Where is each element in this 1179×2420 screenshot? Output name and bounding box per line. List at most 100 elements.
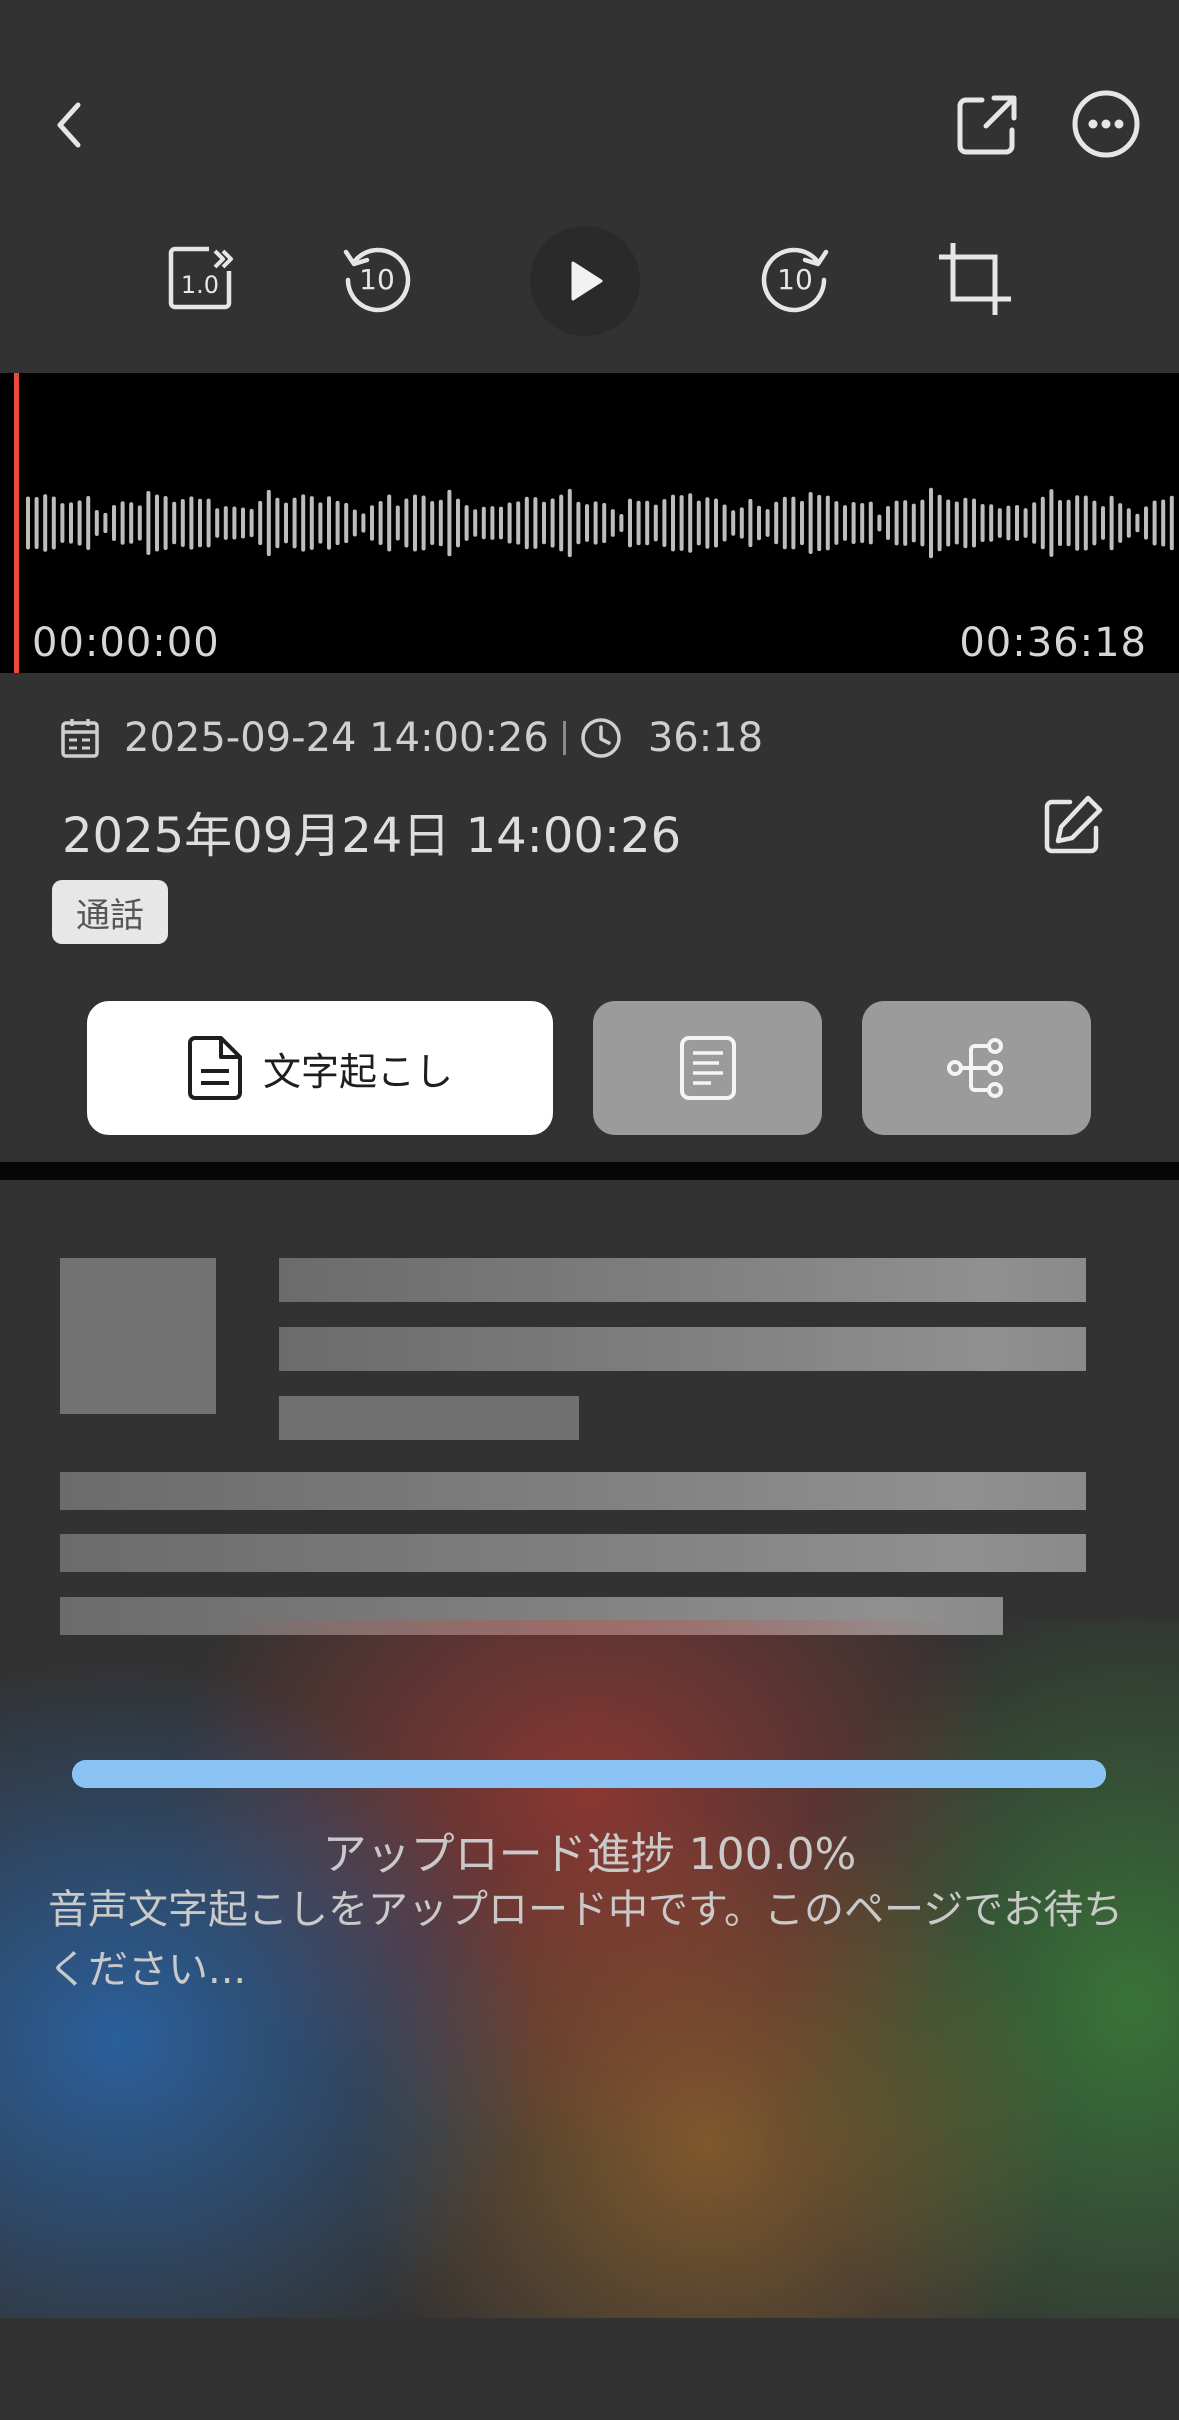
waveform-bar (782, 496, 787, 550)
forward-10-button[interactable]: 10 (760, 242, 832, 314)
waveform-bar (413, 494, 417, 552)
waveform-bar (524, 496, 529, 550)
waveform-bar (1101, 506, 1105, 540)
meta-separator (562, 721, 566, 755)
waveform-bar (206, 498, 211, 548)
waveform-bar (585, 504, 589, 542)
waveform-bar (1015, 505, 1019, 541)
waveform-bar (249, 508, 254, 538)
waveform-bar (894, 500, 899, 546)
waveform-bar (937, 494, 942, 552)
bottom-safe-area (0, 2318, 1179, 2420)
waveform-bar (103, 512, 108, 534)
waveform-bar (653, 504, 658, 542)
waveform-bar (662, 499, 667, 547)
waveform-bar (920, 499, 925, 547)
skeleton-line (279, 1327, 1086, 1371)
waveform-bar (679, 495, 684, 551)
waveform-bar (120, 501, 125, 545)
clock-icon (581, 718, 621, 758)
waveform-bar (43, 494, 48, 552)
waveform-bar (877, 514, 882, 532)
waveform-bar (94, 510, 99, 536)
waveform-bar (714, 498, 718, 548)
recording-duration: 36:18 (647, 715, 764, 761)
waveform-bar (619, 513, 624, 533)
waveform-bar (473, 509, 478, 537)
waveform-bar (765, 509, 770, 537)
waveform-bar (808, 492, 813, 554)
section-divider (0, 1162, 1179, 1180)
waveform-bar (189, 496, 194, 550)
waveform-bar (51, 496, 56, 550)
share-button[interactable] (952, 90, 1022, 160)
waveform-bar (112, 505, 116, 541)
waveform-bar (542, 501, 546, 545)
waveform-bar (825, 495, 830, 551)
waveform-bar (335, 500, 340, 546)
category-tag[interactable]: 通話 (52, 880, 168, 944)
back-button[interactable] (40, 90, 100, 160)
more-icon (1072, 90, 1140, 158)
skeleton-line (60, 1534, 1086, 1572)
upload-progress-label: アップロード進捗 100.0% (322, 1829, 857, 1880)
waveform-bar (155, 494, 159, 552)
waveform-bar (309, 496, 314, 550)
waveform-bar (696, 500, 701, 546)
play-button[interactable] (530, 226, 640, 336)
recording-datetime: 2025-09-24 14:00:26 (124, 715, 549, 761)
waveform-bar (34, 497, 39, 549)
waveform-bar (129, 502, 134, 544)
back-icon (57, 102, 81, 148)
waveform-bar (946, 499, 951, 547)
waveform-bar (232, 506, 237, 540)
waveform-bar (69, 502, 73, 544)
waveform-bar (241, 507, 245, 539)
waveform-bar (1109, 495, 1114, 551)
waveform-bar (628, 498, 632, 548)
current-time: 00:00:00 (32, 620, 220, 666)
waveform-bar (817, 494, 822, 552)
tab-mindmap[interactable] (862, 1001, 1091, 1135)
upload-message: 音声文字起こしをアップロード中です。このページでお待ちください... (48, 1887, 1124, 1993)
waveform-bar (610, 509, 615, 537)
waveform-bar (370, 505, 374, 541)
waveform-bar (447, 489, 452, 557)
waveform-bar (963, 497, 968, 549)
waveform-bar (645, 500, 650, 546)
edit-icon (1044, 795, 1103, 854)
waveform-bar (344, 502, 349, 544)
crop-button[interactable] (938, 242, 1012, 316)
waveform-bar (258, 500, 263, 546)
waveform-bar (1083, 495, 1088, 551)
recording-meta: 2025-09-24 14:00:26 36:18 (60, 712, 763, 764)
tab-transcript-label: 文字起こし (262, 1049, 453, 1094)
waveform-bar (430, 500, 435, 546)
waveform-bar (1135, 513, 1140, 533)
waveform-bar (559, 494, 564, 552)
waveform-bar (137, 505, 142, 541)
forward-label: 10 (777, 263, 813, 296)
waveform-bar (378, 500, 383, 546)
tab-transcript[interactable]: 文字起こし (87, 1001, 553, 1135)
waveform-bar (1006, 505, 1011, 541)
tab-summary[interactable] (593, 1001, 822, 1135)
waveform-bar (456, 498, 460, 548)
waveform-bar (215, 508, 220, 538)
rewind-10-button[interactable]: 10 (340, 242, 412, 314)
waveform-bar (499, 506, 503, 540)
skeleton-thumbnail (60, 1258, 216, 1414)
waveform-bar (911, 503, 916, 543)
waveform-bar (507, 502, 512, 544)
speed-label: 1.0 (181, 271, 219, 299)
waveform-bar (352, 509, 357, 537)
waveform-bar (997, 508, 1002, 538)
waveform-bar (868, 501, 873, 545)
waveform-bar (1144, 506, 1148, 540)
playhead[interactable] (14, 373, 19, 673)
waveform-bar (636, 500, 641, 546)
edit-title-button[interactable] (1040, 792, 1106, 858)
waveform-bar (1075, 495, 1080, 551)
more-button[interactable] (1070, 88, 1142, 160)
playback-speed-button[interactable]: 1.0 (164, 242, 236, 314)
